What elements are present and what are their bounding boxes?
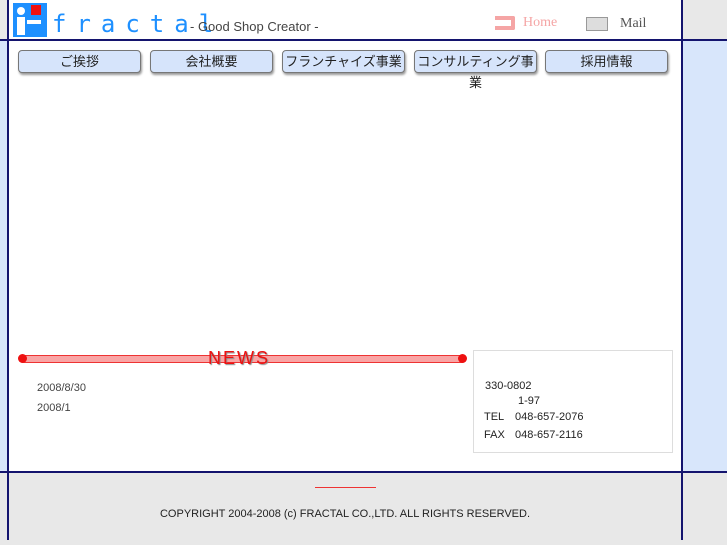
home-icon <box>495 16 515 30</box>
news-item[interactable]: 2008/8/30 <box>37 382 86 394</box>
news-bar-cap <box>18 354 27 363</box>
divider <box>7 0 9 540</box>
mail-link[interactable]: Mail <box>586 16 646 32</box>
copyright: COPYRIGHT 2004-2008 (c) FRACTAL CO.,LTD.… <box>159 508 531 520</box>
home-link[interactable]: Home <box>495 15 557 31</box>
divider <box>681 0 683 540</box>
nav-recruit[interactable]: 採用情報 <box>545 50 668 73</box>
mail-label: Mail <box>620 16 647 31</box>
footer-accent <box>315 487 376 488</box>
tagline: - Good Shop Creator - <box>190 19 319 34</box>
nav-greeting[interactable]: ご挨拶 <box>18 50 141 73</box>
tel-label: TEL <box>484 411 505 423</box>
tel: 048-657-2076 <box>515 411 584 423</box>
address: 1-97 <box>518 395 541 407</box>
news-bar-cap <box>458 354 467 363</box>
divider <box>0 39 727 41</box>
fax: 048-657-2116 <box>515 429 583 441</box>
fax-label: FAX <box>484 429 505 441</box>
news-title: NEWS <box>208 348 270 368</box>
news-item[interactable]: 2008/1 <box>37 402 71 414</box>
nav-company[interactable]: 会社概要 <box>150 50 273 73</box>
logo-icon[interactable] <box>13 3 47 37</box>
mail-icon <box>586 17 608 31</box>
nav-consulting[interactable]: コンサルティング事業 <box>414 50 537 90</box>
nav-franchise[interactable]: フランチャイズ事業 <box>282 50 405 73</box>
company-info: 330-0802 1-97 TEL 048-657-2076 FAX 048-6… <box>473 350 673 453</box>
home-label: Home <box>523 15 558 30</box>
zip: 330-0802 <box>485 380 532 392</box>
